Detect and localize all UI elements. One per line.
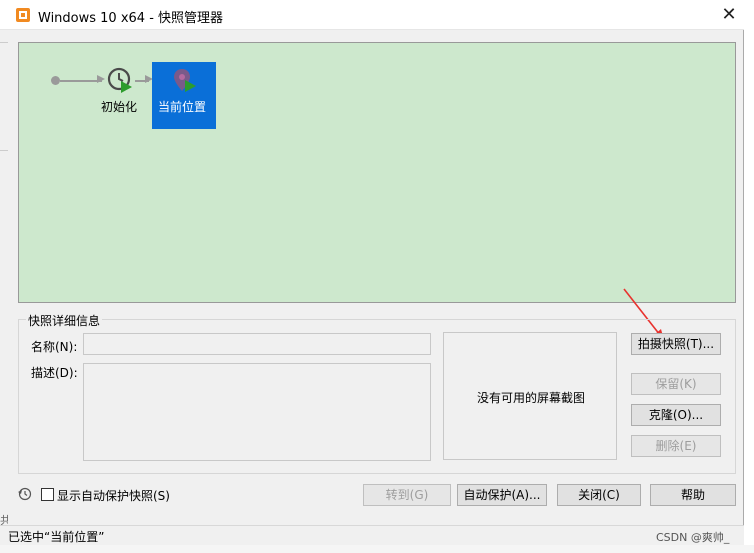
details-legend: 快照详细信息 (26, 312, 103, 329)
screenshot-preview: 没有可用的屏幕截图 (443, 332, 617, 460)
tree-root-dot (51, 76, 60, 85)
connector-arrow-icon (97, 75, 105, 83)
show-autoprotect-checkbox[interactable] (41, 488, 54, 501)
bottom-strip (0, 545, 754, 553)
no-screenshot-text: 没有可用的屏幕截图 (476, 391, 585, 405)
goto-button[interactable]: 转到(G) (363, 484, 451, 506)
name-field[interactable] (83, 333, 431, 355)
tree-node-label: 当前位置 (158, 100, 207, 114)
status-bar (0, 525, 744, 545)
background-divider (0, 42, 8, 43)
close-button[interactable]: 关闭(C) (557, 484, 641, 506)
tree-node-current[interactable]: 当前位置 (152, 62, 216, 129)
location-pin-play-icon (174, 69, 196, 92)
background-divider (0, 150, 8, 151)
vmware-app-icon (16, 8, 30, 22)
description-field[interactable] (83, 363, 431, 461)
description-label: 描述(D): (31, 366, 78, 380)
status-text: 已选中“当前位置” (8, 530, 105, 544)
background-edge-text: 共 (0, 514, 8, 526)
snapshot-tree[interactable]: 初始化 当前位置 (18, 42, 736, 303)
history-icon (18, 487, 32, 501)
close-icon[interactable]: ✕ (716, 3, 742, 27)
keep-button[interactable]: 保留(K) (631, 373, 721, 395)
take-snapshot-button[interactable]: 拍摄快照(T)... (631, 333, 721, 355)
delete-button[interactable]: 删除(E) (631, 435, 721, 457)
tree-connector (60, 80, 102, 82)
clone-button[interactable]: 克隆(O)... (631, 404, 721, 426)
name-label: 名称(N): (31, 340, 78, 354)
help-button[interactable]: 帮助 (650, 484, 736, 506)
show-autoprotect-label[interactable]: 显示自动保护快照(S) (57, 487, 170, 504)
clock-play-icon[interactable] (107, 67, 133, 93)
autoprotect-button[interactable]: 自动保护(A)... (457, 484, 547, 506)
watermark: CSDN @爽帅_ (656, 531, 730, 544)
tree-node-label[interactable]: 初始化 (101, 98, 137, 115)
window-title: Windows 10 x64 - 快照管理器 (38, 11, 224, 26)
